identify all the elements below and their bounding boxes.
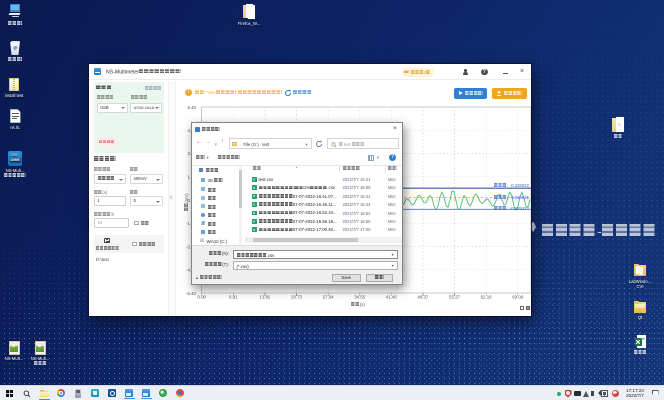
svg-text:6.91: 6.91 [229,295,238,300]
svg-text:27.64: 27.64 [323,295,335,300]
svg-text:48.37: 48.37 [417,295,429,300]
svg-text:41.46: 41.46 [386,295,398,300]
svg-text:34.55: 34.55 [354,295,366,300]
svg-text:0.00: 0.00 [197,295,206,300]
svg-text:69.09: 69.09 [512,295,524,300]
svg-text:6.40: 6.40 [187,105,196,110]
svg-text:55.27: 55.27 [449,295,461,300]
svg-text:20.73: 20.73 [291,295,303,300]
svg-text:-6.40: -6.40 [186,291,197,296]
svg-text:13.82: 13.82 [259,295,271,300]
svg-text:62.18: 62.18 [481,295,493,300]
